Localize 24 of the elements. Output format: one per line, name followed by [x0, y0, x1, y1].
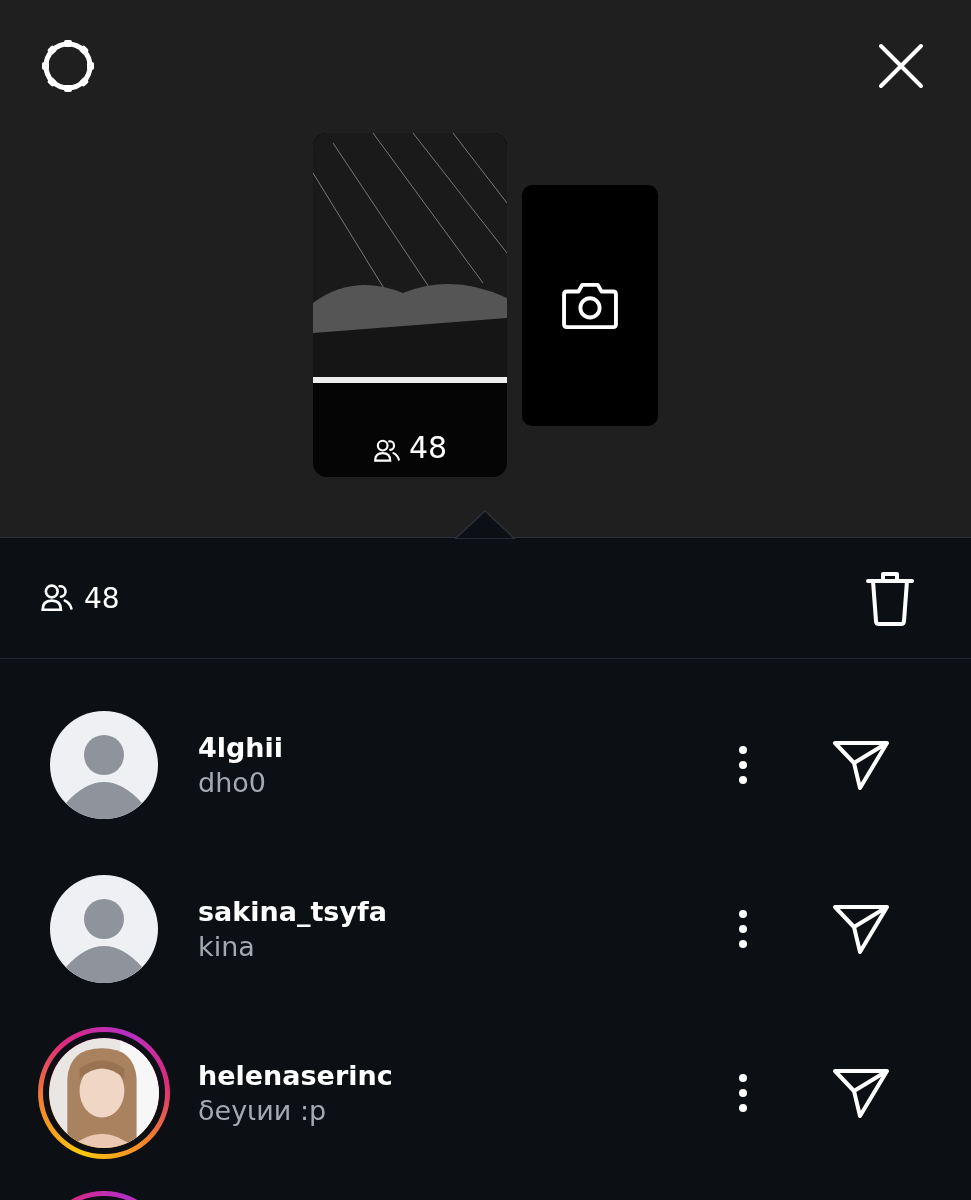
viewer-count: 48: [84, 581, 120, 615]
display-name: δeyιии :p: [198, 1095, 328, 1126]
story-thumbnail[interactable]: 48: [313, 133, 507, 477]
viewer-count: 48: [408, 433, 448, 463]
send-icon[interactable]: [832, 902, 890, 956]
display-name: kina: [198, 931, 256, 962]
more-icon[interactable]: [738, 745, 748, 785]
camera-icon: [561, 280, 619, 330]
more-icon[interactable]: [738, 1073, 748, 1113]
username[interactable]: sakina_tsyfa: [198, 896, 718, 927]
add-story-card[interactable]: [522, 184, 658, 426]
close-icon[interactable]: [877, 42, 925, 90]
username[interactable]: 4lghii: [198, 732, 718, 763]
viewers-icon: [372, 439, 401, 463]
viewers-icon: [40, 583, 74, 613]
send-icon[interactable]: [832, 738, 890, 792]
send-icon[interactable]: [832, 1066, 890, 1120]
more-icon[interactable]: [738, 909, 748, 949]
avatar[interactable]: [50, 711, 158, 819]
username[interactable]: helenaserinc: [198, 1060, 718, 1091]
trash-icon[interactable]: [865, 569, 915, 627]
display-name: dho0: [198, 767, 267, 798]
settings-icon[interactable]: [40, 38, 96, 94]
avatar[interactable]: [50, 875, 158, 983]
